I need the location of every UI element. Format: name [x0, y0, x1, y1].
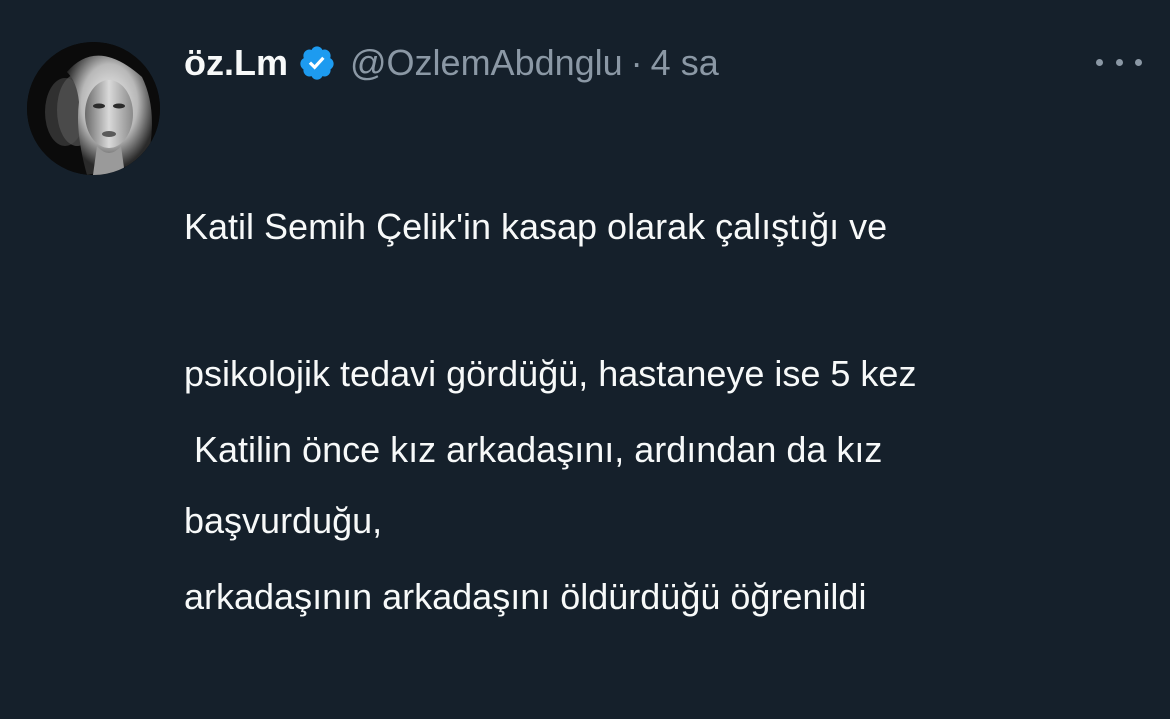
- more-dot: [1096, 58, 1103, 66]
- tweet-card[interactable]: öz.Lm @OzlemAbdnglu · 4 sa Katil Semih Ç…: [0, 0, 1170, 617]
- more-options-icon[interactable]: [1096, 52, 1142, 72]
- tweet-text-line: arkadaşının arkadaşını öldürdüğü öğrenil…: [184, 576, 867, 617]
- avatar[interactable]: [27, 42, 160, 175]
- separator-dot: ·: [630, 42, 643, 83]
- display-name[interactable]: öz.Lm: [184, 42, 288, 84]
- timestamp[interactable]: 4 sa: [651, 42, 719, 84]
- tweet-header: öz.Lm @OzlemAbdnglu · 4 sa: [184, 40, 719, 86]
- more-dot: [1135, 58, 1142, 66]
- tweet-text-paragraph-2: Katilin önce kız arkadaşını, ardından da…: [184, 327, 1144, 719]
- tweet-text-line: Katilin önce kız arkadaşını, ardından da…: [184, 429, 883, 470]
- user-handle[interactable]: @OzlemAbdnglu: [350, 42, 623, 84]
- verified-badge-icon[interactable]: [298, 44, 336, 82]
- tweet-text-line: Katil Semih Çelik'in kasap olarak çalışt…: [184, 206, 888, 247]
- avatar-image: [27, 42, 160, 175]
- more-dot: [1115, 58, 1123, 66]
